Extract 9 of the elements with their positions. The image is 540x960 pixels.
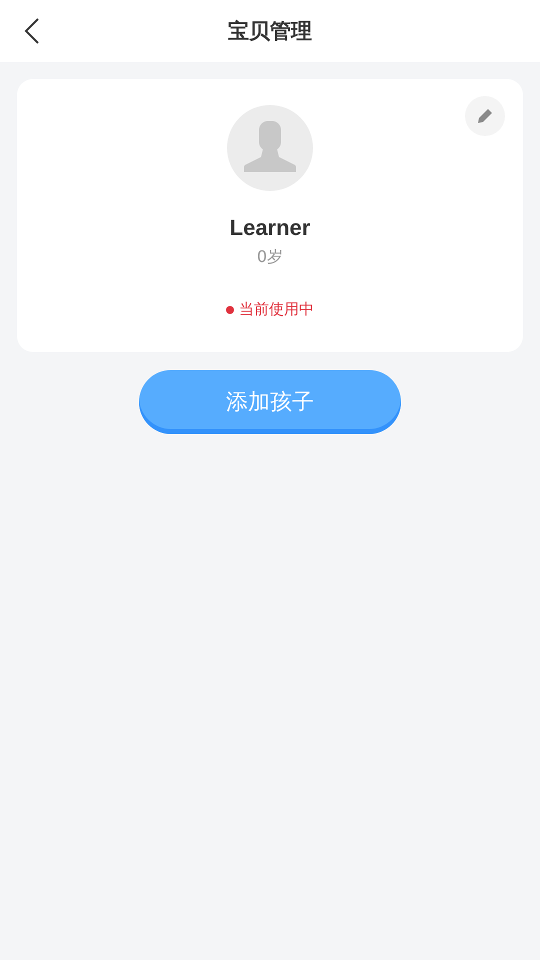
back-icon[interactable] [24,18,40,44]
add-child-button[interactable]: 添加孩子 [139,370,401,434]
page-title: 宝贝管理 [228,18,312,45]
child-age: 0岁 [256,247,284,268]
child-name: Learner [230,215,310,241]
person-silhouette-icon [244,121,296,172]
pencil-icon [475,106,495,126]
status-text: 当前使用中 [239,300,314,319]
edit-button[interactable] [465,96,505,136]
